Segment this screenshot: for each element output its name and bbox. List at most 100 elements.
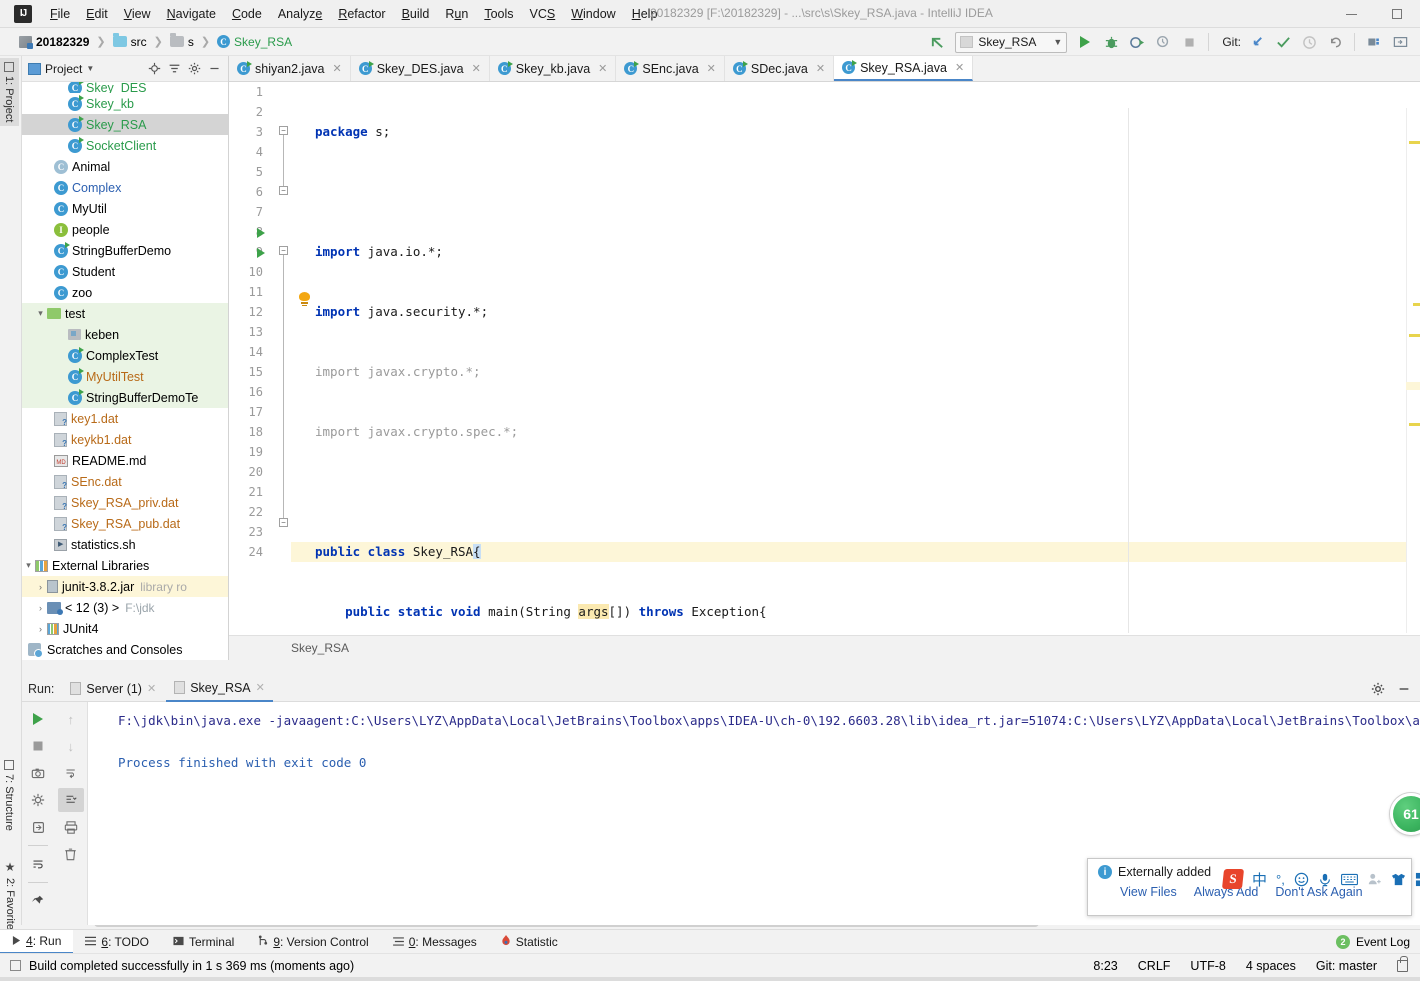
close-icon[interactable]: ✕	[707, 62, 716, 75]
caret-position[interactable]: 8:23	[1093, 959, 1117, 973]
tree-item-myutiltest[interactable]: C MyUtilTest	[22, 366, 228, 387]
tree-item-test[interactable]: ▾ test	[22, 303, 228, 324]
bottom-item-todo[interactable]: 6: TODO	[73, 930, 161, 954]
tab-sdec-java[interactable]: C SDec.java ✕	[724, 56, 835, 81]
fold-region-imports-end-icon[interactable]: −	[279, 186, 288, 195]
debug-icon[interactable]	[1099, 31, 1123, 53]
collapse-all-icon[interactable]	[164, 59, 184, 79]
close-icon[interactable]: ✕	[472, 62, 481, 75]
menu-item-edit[interactable]: Edit	[78, 4, 116, 24]
settings-gear-icon[interactable]	[184, 59, 204, 79]
view-files-link[interactable]: View Files	[1120, 885, 1177, 899]
menu-item-analyze[interactable]: Analyze	[270, 4, 330, 24]
scroll-to-end-icon[interactable]	[57, 788, 84, 812]
menu-item-refactor[interactable]: Refactor	[330, 4, 393, 24]
print-icon[interactable]	[58, 815, 84, 839]
tree-item-keben[interactable]: keben	[22, 324, 228, 345]
project-structure-icon[interactable]	[1362, 31, 1386, 53]
bottom-item-version-control[interactable]: 9: Version Control	[246, 930, 380, 954]
tree-item-student[interactable]: C Student	[22, 261, 228, 282]
scroll-down-icon[interactable]: ↓	[58, 734, 84, 758]
tab-skey-kb-java[interactable]: C Skey_kb.java ✕	[489, 56, 617, 81]
tree-item-key1-dat[interactable]: key1.dat	[22, 408, 228, 429]
tree-item-statistics-sh[interactable]: statistics.sh	[22, 534, 228, 555]
dump-threads-icon[interactable]	[25, 788, 51, 812]
ime-chinese-mode-icon[interactable]: 中	[1252, 869, 1267, 890]
tree-item-complextest[interactable]: C ComplexTest	[22, 345, 228, 366]
maximize-button[interactable]	[1374, 0, 1420, 28]
ime-skin-icon[interactable]	[1391, 872, 1406, 887]
tree-item-stringbufferdemotest[interactable]: C StringBufferDemoTe	[22, 387, 228, 408]
close-icon[interactable]: ✕	[598, 62, 607, 75]
wrap-lines-icon[interactable]	[58, 761, 84, 785]
sidebar-item-project[interactable]: 1: Project	[0, 58, 19, 127]
project-panel-title[interactable]: Project ▼	[28, 62, 94, 76]
tree-item-external-libraries[interactable]: ▾ External Libraries	[22, 555, 228, 576]
scroll-up-icon[interactable]: ↑	[58, 707, 84, 731]
ime-apps-icon[interactable]	[1415, 872, 1420, 887]
code-text[interactable]: package s; import java.io.*; import java…	[291, 82, 1420, 633]
event-log-button[interactable]: Event Log	[1356, 935, 1410, 949]
tree-item-jdk[interactable]: › < 12 (3) > F:\jdk	[22, 597, 228, 618]
breadcrumb-item-s[interactable]: s	[167, 33, 197, 50]
project-tree[interactable]: C Skey_DES C Skey_kb C Skey_RSA C Socket…	[22, 82, 228, 660]
menu-item-run[interactable]: Run	[437, 4, 476, 24]
screenshot-icon[interactable]	[25, 761, 51, 785]
tree-item-keykb1-dat[interactable]: keykb1.dat	[22, 429, 228, 450]
locate-icon[interactable]	[144, 59, 164, 79]
editor-breadcrumb[interactable]: Skey_RSA	[291, 641, 349, 655]
code-editor[interactable]: 1 2 3 4 5 6 7 8 9 10 11 12 13 14 15 16 1…	[229, 82, 1420, 633]
menu-item-file[interactable]: File	[42, 4, 78, 24]
rollback-icon[interactable]	[1323, 31, 1347, 53]
tree-item-skey-rsa-priv-dat[interactable]: Skey_RSA_priv.dat	[22, 492, 228, 513]
tree-item-scratches[interactable]: Scratches and Consoles	[22, 639, 228, 660]
search-everywhere-icon[interactable]	[1388, 31, 1412, 53]
breadcrumb-item-src[interactable]: src	[110, 33, 150, 50]
tree-item-animal[interactable]: C Animal	[22, 156, 228, 177]
editor-gutter[interactable]: 1 2 3 4 5 6 7 8 9 10 11 12 13 14 15 16 1…	[229, 82, 277, 633]
sogou-logo-icon[interactable]: S	[1221, 869, 1245, 889]
history-icon[interactable]	[1297, 31, 1321, 53]
ime-user-icon[interactable]	[1367, 872, 1382, 886]
fold-region-imports-icon[interactable]: −	[279, 126, 288, 135]
tree-item-junit-jar[interactable]: › junit-3.8.2.jar library ro	[22, 576, 228, 597]
stop-icon[interactable]	[25, 734, 51, 758]
close-icon[interactable]: ✕	[147, 682, 156, 695]
soft-wrap-icon[interactable]	[25, 852, 51, 876]
minimize-button[interactable]	[1328, 0, 1374, 28]
hide-icon[interactable]	[1394, 679, 1414, 699]
git-branch[interactable]: Git: master	[1316, 959, 1377, 973]
editor-error-stripe[interactable]	[1406, 108, 1420, 633]
profile-icon[interactable]	[1151, 31, 1175, 53]
breadcrumb-item-project[interactable]: 20182329	[16, 34, 92, 50]
bottom-item-messages[interactable]: 0: Messages	[381, 930, 489, 954]
ime-keyboard-icon[interactable]	[1340, 873, 1358, 886]
commit-icon[interactable]	[1271, 31, 1295, 53]
tree-item-skey-des[interactable]: C Skey_DES	[22, 82, 228, 93]
tab-shiyan2-java[interactable]: C shiyan2.java ✕	[229, 56, 351, 81]
menu-item-vcs[interactable]: VCS	[522, 4, 564, 24]
tree-item-skey-rsa[interactable]: C Skey_RSA	[22, 114, 228, 135]
tab-skey-rsa-java[interactable]: C Skey_RSA.java ✕	[834, 56, 974, 81]
run-with-coverage-icon[interactable]	[1125, 31, 1149, 53]
menu-item-window[interactable]: Window	[563, 4, 623, 24]
indent-setting[interactable]: 4 spaces	[1246, 959, 1296, 973]
restore-layout-icon[interactable]	[25, 815, 51, 839]
tree-item-people[interactable]: I people	[22, 219, 228, 240]
menu-item-view[interactable]: View	[116, 4, 159, 24]
run-tab-server[interactable]: Server (1) ✕	[62, 676, 164, 702]
fold-region-method-icon[interactable]: −	[279, 246, 288, 255]
menu-item-tools[interactable]: Tools	[476, 4, 521, 24]
tab-senc-java[interactable]: C SEnc.java ✕	[616, 56, 725, 81]
hide-icon[interactable]	[204, 59, 224, 79]
code-folding-column[interactable]: − − − −	[277, 82, 291, 633]
menu-item-code[interactable]: Code	[224, 4, 270, 24]
fold-region-method-end-icon[interactable]: −	[279, 518, 288, 527]
rerun-icon[interactable]	[25, 707, 51, 731]
run-method-gutter-icon[interactable]	[257, 248, 265, 258]
stop-icon[interactable]	[1177, 31, 1201, 53]
close-icon[interactable]: ✕	[816, 62, 825, 75]
sidebar-item-favorites[interactable]: ★ 2: Favorites	[0, 856, 21, 939]
tree-item-complex[interactable]: C Complex	[22, 177, 228, 198]
close-icon[interactable]: ✕	[256, 681, 265, 694]
